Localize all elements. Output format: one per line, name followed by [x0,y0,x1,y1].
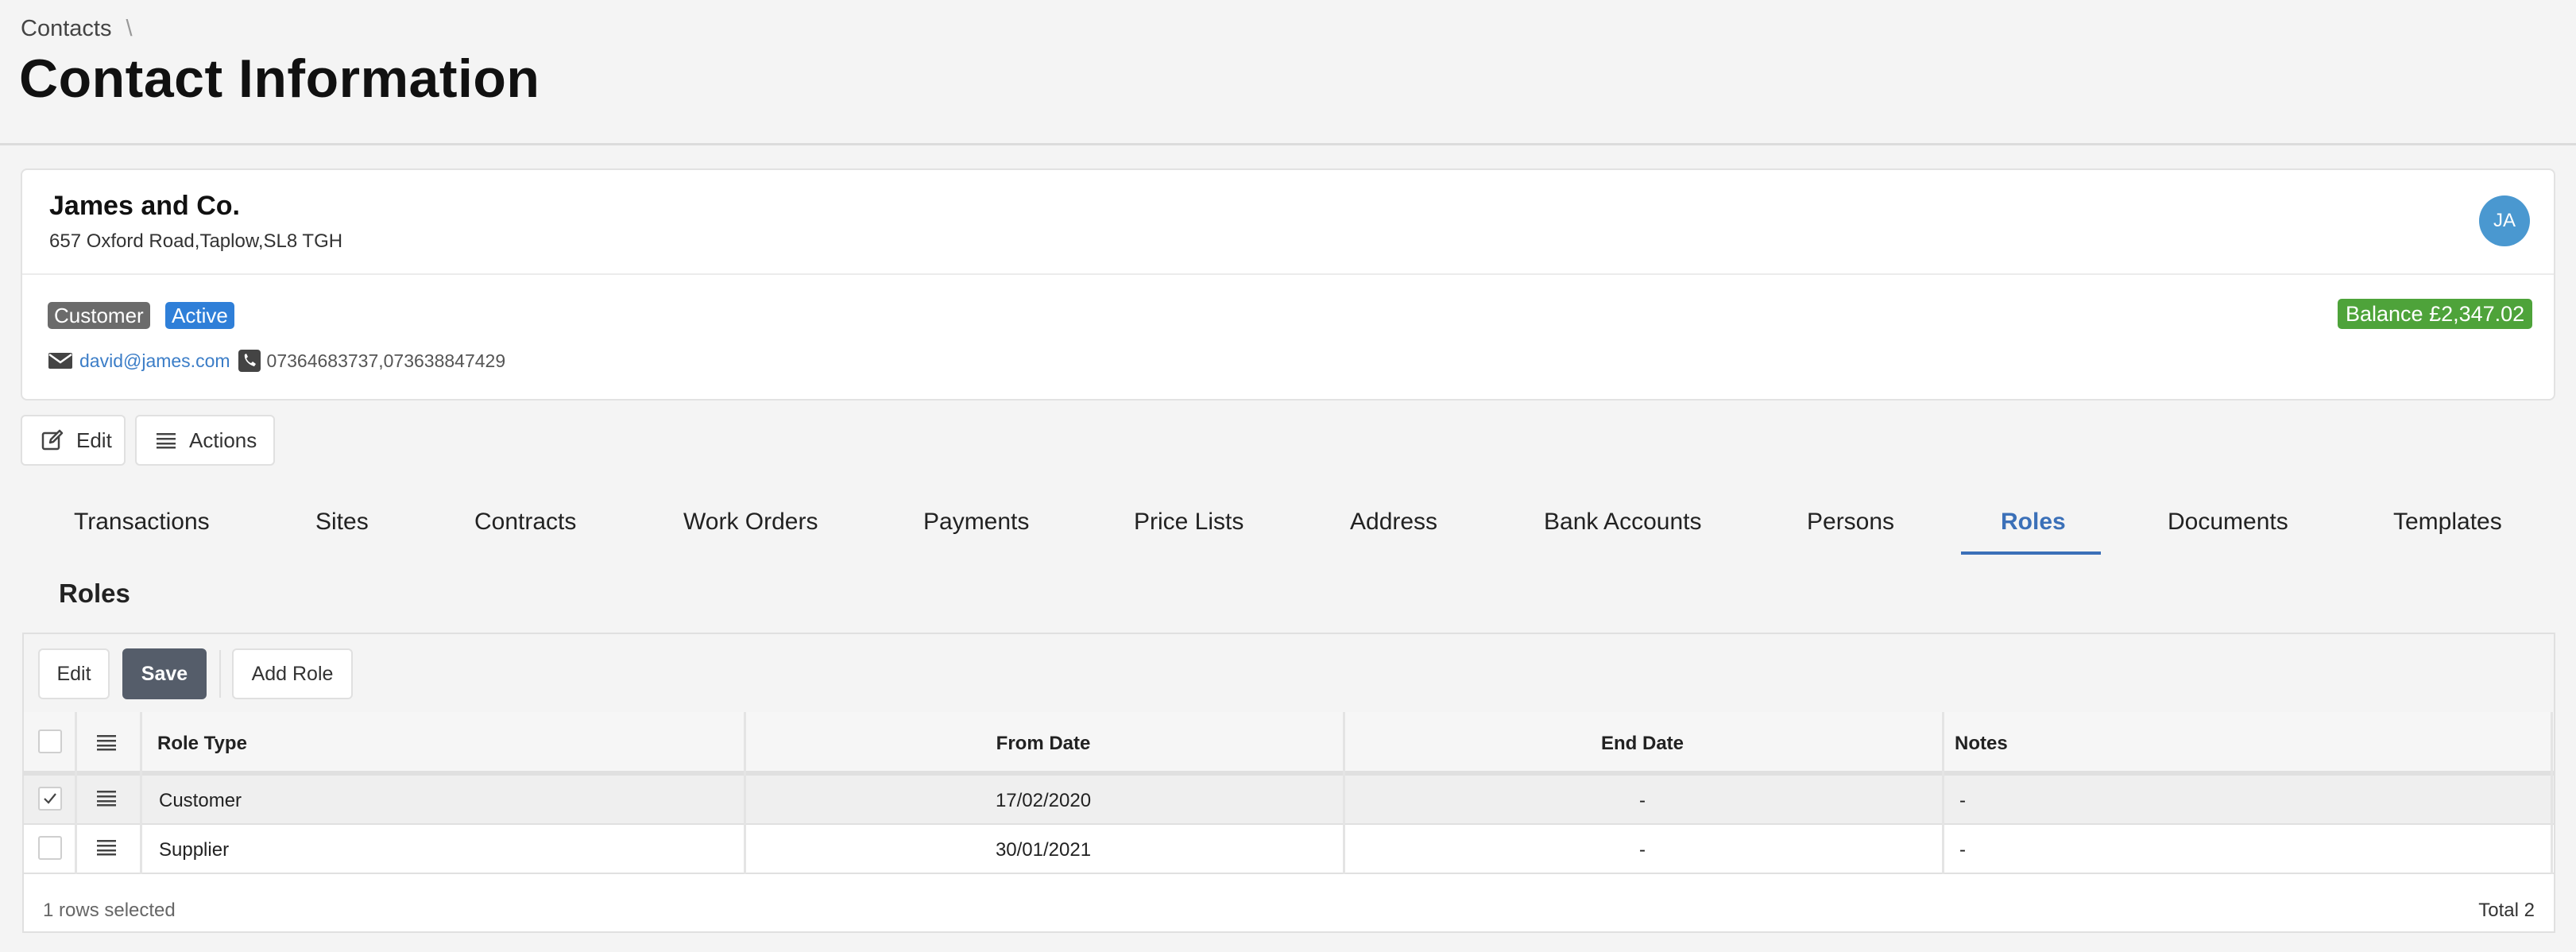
column-divider[interactable] [1942,712,1944,874]
column-divider[interactable] [744,712,746,874]
menu-lines-icon[interactable] [97,790,116,811]
cell-from-date[interactable]: 17/02/2020 [744,790,1343,812]
add-role-button[interactable]: Add Role [232,648,353,699]
tab-transactions[interactable]: Transactions [74,509,210,536]
tab-bank-accounts[interactable]: Bank Accounts [1544,509,1701,536]
grid-toolbar: Edit Save Add Role [24,634,2554,714]
roles-grid: Edit Save Add Role Role Type From Date E… [22,633,2555,933]
header-divider [0,143,2576,145]
toolbar-separator [219,650,221,698]
table-row[interactable]: Customer 17/02/2020 - - [24,776,2554,825]
breadcrumb-contacts-link[interactable]: Contacts [21,16,111,42]
tab-price-lists[interactable]: Price Lists [1134,509,1244,536]
edit-contact-label: Edit [76,428,112,452]
contact-card: James and Co. 657 Oxford Road,Taplow,SL8… [21,168,2555,401]
column-divider[interactable] [1343,712,1345,874]
column-divider [75,712,77,874]
avatar[interactable]: JA [2479,195,2530,246]
cell-end-date[interactable]: - [1343,839,1942,861]
envelope-icon [48,351,73,370]
column-header-from-date[interactable]: From Date [744,733,1343,755]
tab-persons[interactable]: Persons [1807,509,1894,536]
edit-contact-button[interactable]: Edit [21,415,126,466]
total-count: Total 2 [2478,900,2535,921]
balance-badge: Balance £2,347.02 [2338,299,2533,329]
column-header-role-type[interactable]: Role Type [157,733,247,755]
contact-name: James and Co. [49,191,240,221]
contact-type-badge: Customer [48,302,150,329]
email-link[interactable]: david@james.com [79,350,230,372]
tab-roles[interactable]: Roles [2001,509,2066,536]
active-tab-indicator [1961,551,2101,555]
cell-notes[interactable]: - [1959,790,1966,812]
column-header-end-date[interactable]: End Date [1343,733,1942,755]
tab-payments[interactable]: Payments [923,509,1029,536]
phone-numbers: 07364683737,073638847429 [266,350,506,371]
card-divider [22,273,2554,275]
row-checkbox[interactable] [38,836,62,860]
actions-label: Actions [189,428,257,452]
cell-end-date[interactable]: - [1343,790,1942,812]
tab-documents[interactable]: Documents [2168,509,2288,536]
table-row[interactable]: Supplier 30/01/2021 - - [24,825,2554,874]
row-checkbox[interactable] [38,787,62,811]
roles-heading: Roles [59,579,130,608]
status-badge: Active [165,302,234,329]
column-divider [2551,712,2553,874]
select-all-checkbox[interactable] [38,729,62,753]
actions-button[interactable]: Actions [135,415,275,466]
menu-lines-icon[interactable] [97,734,116,756]
cell-notes[interactable]: - [1959,839,1966,861]
breadcrumb: Contacts \ [21,16,133,42]
cell-from-date[interactable]: 30/01/2021 [744,839,1343,861]
cell-role-type[interactable]: Customer [159,790,242,812]
breadcrumb-separator: \ [126,16,133,41]
tab-contracts[interactable]: Contracts [474,509,576,536]
phone-icon [238,350,261,372]
menu-lines-icon [156,431,176,449]
menu-lines-icon[interactable] [97,839,116,861]
save-button[interactable]: Save [122,648,207,699]
tab-templates[interactable]: Templates [2393,509,2502,536]
contact-address: 657 Oxford Road,Taplow,SL8 TGH [49,230,343,252]
rows-selected-status: 1 rows selected [43,900,176,921]
check-icon [44,793,56,804]
pencil-square-icon [41,429,64,451]
column-header-notes[interactable]: Notes [1955,733,2008,755]
contact-details-row: david@james.com 07364683737,073638847429 [48,350,505,372]
tab-work-orders[interactable]: Work Orders [683,509,818,536]
grid-edit-button[interactable]: Edit [38,648,110,699]
column-divider [140,712,142,874]
tab-address[interactable]: Address [1350,509,1437,536]
tab-sites[interactable]: Sites [315,509,369,536]
page-title: Contact Information [19,48,540,109]
cell-role-type[interactable]: Supplier [159,839,229,861]
grid-header-row: Role Type From Date End Date Notes [24,712,2554,776]
